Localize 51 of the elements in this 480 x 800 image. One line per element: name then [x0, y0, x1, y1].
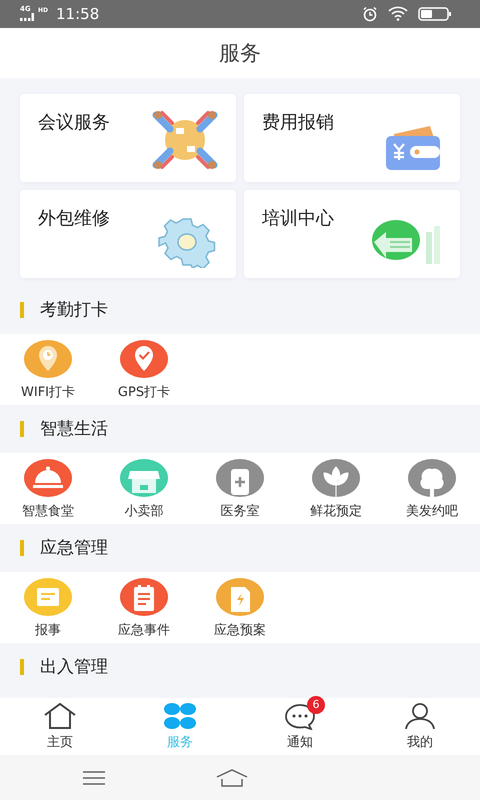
item-label: 鲜花预定 [310, 502, 362, 520]
section-marker [20, 302, 24, 318]
item-label: 报事 [35, 622, 61, 639]
menu-icon[interactable] [82, 770, 106, 784]
battery-icon [418, 6, 452, 21]
service-item[interactable]: 应急预案 [192, 572, 288, 643]
grid-icon [163, 702, 197, 730]
item-label: 智慧食堂 [22, 502, 74, 520]
service-card[interactable]: 培训中心 [244, 190, 460, 278]
page-title: 服务 [219, 40, 261, 67]
section-title: 应急管理 [40, 537, 108, 560]
section-title: 考勤打卡 [40, 299, 108, 322]
section-title: 出入管理 [40, 656, 108, 678]
service-card[interactable]: 外包维修 [20, 190, 236, 278]
card-title: 费用报销 [262, 110, 334, 135]
gear-icon [156, 216, 218, 268]
service-item[interactable]: 应急事件 [96, 572, 192, 643]
nav-tab[interactable]: 主页 [0, 698, 120, 755]
item-label: 应急事件 [118, 622, 170, 639]
alarm-icon [362, 6, 378, 22]
home-icon [43, 702, 77, 730]
item-label: 医务室 [220, 502, 260, 520]
section-title: 智慧生活 [40, 418, 108, 440]
section-marker [20, 658, 24, 675]
unread-badge: 6 [307, 696, 325, 714]
service-item[interactable]: 小卖部 [96, 452, 192, 524]
service-item[interactable]: 报事 [0, 572, 96, 643]
wallet-icon [384, 124, 442, 172]
signal-icon [20, 13, 34, 22]
service-item[interactable]: 智慧食堂 [0, 452, 96, 524]
wifi-icon [388, 6, 408, 22]
section-marker [20, 420, 24, 437]
item-label: 美发约吧 [406, 502, 458, 520]
service-item[interactable]: GPS打卡 [96, 334, 192, 405]
section-marker [20, 540, 24, 556]
nav-tab[interactable]: 我的 [360, 698, 480, 755]
service-card[interactable]: 会议服务 [20, 94, 236, 182]
person-icon [403, 702, 437, 730]
item-label: WIFI打卡 [21, 384, 75, 401]
service-card[interactable]: 费用报销 [244, 94, 460, 182]
card-title: 会议服务 [38, 110, 110, 135]
card-title: 外包维修 [38, 206, 110, 231]
clock-time: 11:58 [56, 4, 100, 23]
service-item[interactable]: WIFI打卡 [0, 334, 96, 405]
nav-tab[interactable]: 6 通知 [240, 698, 360, 755]
card-title: 培训中心 [262, 206, 334, 231]
item-label: GPS打卡 [118, 384, 170, 401]
item-label: 应急预案 [214, 622, 266, 639]
home-key-icon[interactable] [216, 768, 248, 786]
meeting-table-icon [152, 108, 218, 171]
item-label: 小卖部 [124, 502, 164, 520]
